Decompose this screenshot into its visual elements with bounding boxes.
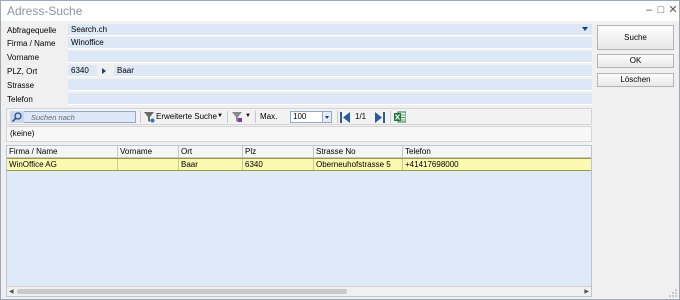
horizontal-scrollbar[interactable]: ◀ ▶: [7, 286, 591, 296]
label-strasse: Strasse: [7, 81, 35, 90]
last-page-icon[interactable]: [375, 112, 385, 123]
label-vorname: Vorname: [7, 53, 40, 62]
plz-lookup-arrow-icon[interactable]: [102, 68, 106, 74]
abfragequelle-value: Search.ch: [71, 25, 108, 34]
firma-name-field[interactable]: Winoffice: [68, 37, 592, 49]
page-indicator: 1/1: [355, 112, 367, 121]
maximize-icon[interactable]: □: [655, 4, 667, 16]
resize-grip-icon[interactable]: [669, 289, 677, 297]
column-header-ort[interactable]: Ort: [179, 146, 243, 158]
active-filter-text: (keine): [10, 129, 35, 138]
active-filter-bar: (keine): [6, 126, 592, 142]
vorname-field[interactable]: [68, 51, 592, 63]
ort-field[interactable]: Baar: [114, 65, 592, 77]
filter-chevron-down-icon[interactable]: ▼: [245, 113, 251, 119]
telefon-field[interactable]: [68, 93, 592, 105]
cell-vorname: [118, 159, 179, 170]
ok-button[interactable]: OK: [597, 54, 674, 68]
label-plz-ort: PLZ, Ort: [7, 67, 38, 76]
search-button[interactable]: Suche: [597, 25, 674, 50]
toolbar-separator: [390, 111, 391, 123]
cell-strasse-no: Oberneuhofstrasse 5: [314, 159, 403, 170]
table-row[interactable]: WinOffice AG Baar 6340 Oberneuhofstrasse…: [7, 158, 591, 171]
scrollbar-thumb[interactable]: [17, 289, 347, 294]
column-header-firma-name[interactable]: Firma / Name: [7, 146, 118, 158]
toolbar-separator: [337, 111, 338, 123]
abfragequelle-select[interactable]: Search.ch: [68, 24, 592, 36]
max-chevron-down-icon[interactable]: [322, 112, 331, 122]
excel-export-icon[interactable]: [394, 111, 406, 123]
max-label: Max.: [260, 112, 278, 121]
plz-field[interactable]: 6340: [68, 65, 97, 77]
filter-clear-icon[interactable]: [232, 112, 243, 123]
minimize-icon[interactable]: –: [643, 4, 655, 16]
column-header-strasse-no[interactable]: Strasse No: [314, 146, 403, 158]
grid-header: Firma / Name Vorname Ort Plz Strasse No …: [7, 146, 591, 158]
toolbar-separator: [140, 111, 141, 123]
firma-name-value: Winoffice: [71, 38, 104, 47]
results-grid: Firma / Name Vorname Ort Plz Strasse No …: [6, 145, 592, 297]
label-abfragequelle: Abfragequelle: [7, 26, 57, 35]
first-page-icon[interactable]: [340, 112, 350, 123]
plz-value: 6340: [71, 66, 89, 75]
ort-value: Baar: [117, 66, 134, 75]
column-header-vorname[interactable]: Vorname: [118, 146, 179, 158]
cell-telefon: +41417698000: [405, 160, 459, 169]
grid-toolbar: Suchen nach Erweiterte Suche ▼ ▼ Max. 10…: [6, 108, 592, 125]
extended-search-chevron-down-icon[interactable]: ▼: [217, 113, 223, 119]
label-telefon: Telefon: [7, 95, 33, 104]
column-header-plz[interactable]: Plz: [243, 146, 314, 158]
cell-ort: Baar: [179, 159, 243, 170]
extended-search-button[interactable]: Erweiterte Suche: [156, 112, 217, 121]
filter-icon: [144, 112, 155, 123]
delete-button[interactable]: Löschen: [597, 73, 674, 87]
cell-plz: 6340: [243, 159, 314, 170]
cell-firma-name: WinOffice AG: [7, 159, 118, 170]
strasse-field[interactable]: [68, 79, 592, 91]
max-results-select[interactable]: 100: [290, 111, 332, 123]
scroll-right-icon[interactable]: ▶: [584, 288, 589, 295]
address-search-window: Adress-Suche – □ ✕ Abfragequelle Search.…: [0, 0, 680, 300]
toolbar-separator: [227, 111, 228, 123]
column-header-telefon[interactable]: Telefon: [403, 146, 591, 158]
toolbar-separator: [255, 111, 256, 123]
max-results-value: 100: [293, 112, 307, 121]
search-input[interactable]: Suchen nach: [10, 111, 136, 123]
close-icon[interactable]: ✕: [667, 4, 679, 16]
title-bar: Adress-Suche – □ ✕: [1, 1, 679, 21]
dropdown-arrow-icon[interactable]: [582, 27, 588, 31]
window-title: Adress-Suche: [7, 4, 83, 18]
label-firma-name: Firma / Name: [7, 39, 56, 48]
search-icon: [10, 111, 24, 123]
scroll-left-icon[interactable]: ◀: [9, 288, 14, 295]
search-placeholder: Suchen nach: [31, 113, 75, 122]
